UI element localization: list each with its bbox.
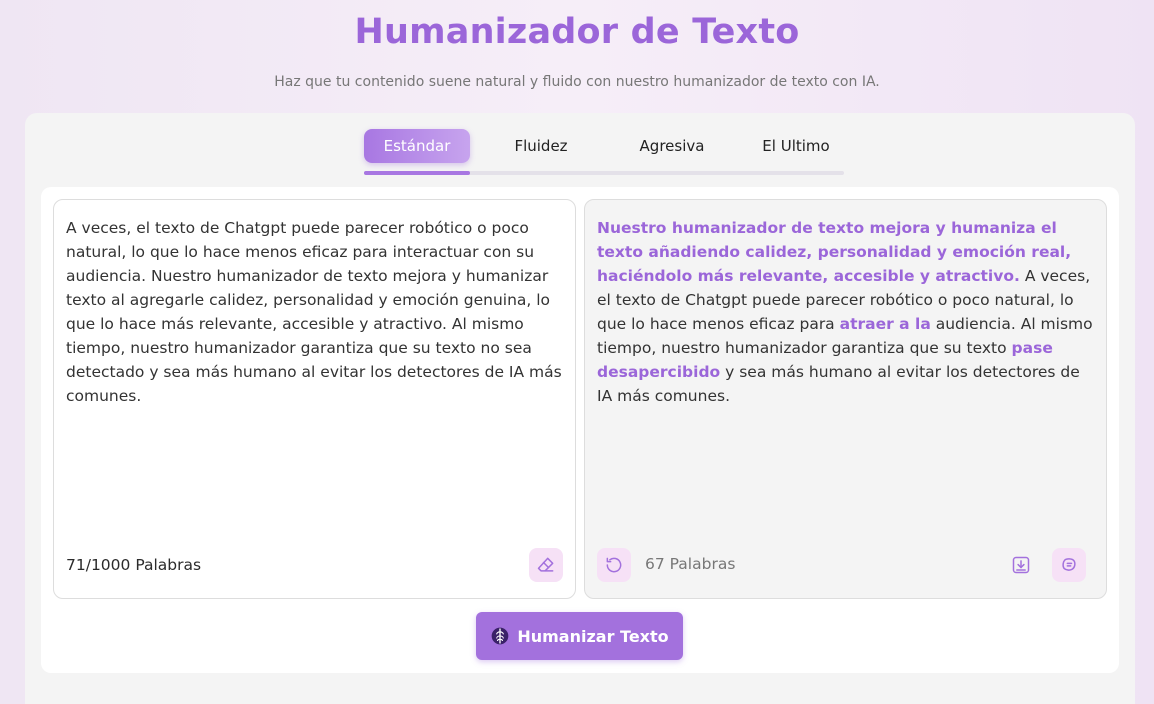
tab-el-ultimo[interactable]: El Ultimo xyxy=(746,129,846,163)
brain-icon xyxy=(492,627,509,645)
tab-estandar[interactable]: Estándar xyxy=(364,129,470,163)
refresh-icon xyxy=(606,557,622,573)
tab-agresiva[interactable]: Agresiva xyxy=(614,129,730,163)
input-box[interactable]: A veces, el texto de Chatgpt puede parec… xyxy=(53,199,576,599)
tab-active-indicator xyxy=(364,171,470,175)
output-word-count: 67 Palabras xyxy=(645,555,736,573)
download-icon xyxy=(1012,556,1030,574)
download-button[interactable] xyxy=(1004,548,1038,582)
copy-icon xyxy=(1062,558,1076,571)
output-box: Nuestro humanizador de texto mejora y hu… xyxy=(584,199,1107,599)
input-text[interactable]: A veces, el texto de Chatgpt puede parec… xyxy=(66,216,563,408)
eraser-icon xyxy=(537,557,554,572)
workspace: A veces, el texto de Chatgpt puede parec… xyxy=(41,187,1119,673)
main-panel: Estándar Fluidez Agresiva El Ultimo A ve… xyxy=(25,113,1135,704)
page-title: Humanizador de Texto xyxy=(354,12,800,52)
mode-tabs: Estándar Fluidez Agresiva El Ultimo xyxy=(338,129,844,177)
humanize-button[interactable]: Humanizar Texto xyxy=(476,612,683,660)
output-highlight-segment: atraer a la xyxy=(839,315,931,333)
clear-button[interactable] xyxy=(529,548,563,582)
input-word-count: 71/1000 Palabras xyxy=(66,556,202,574)
humanize-button-label: Humanizar Texto xyxy=(517,626,669,646)
regenerate-button[interactable] xyxy=(597,548,631,582)
output-highlight-segment: Nuestro humanizador de texto mejora y hu… xyxy=(597,219,1072,285)
output-text: Nuestro humanizador de texto mejora y hu… xyxy=(597,216,1094,408)
page-subtitle: Haz que tu contenido suene natural y flu… xyxy=(274,74,880,90)
tab-fluidez[interactable]: Fluidez xyxy=(488,129,594,163)
copy-button[interactable] xyxy=(1052,548,1086,582)
